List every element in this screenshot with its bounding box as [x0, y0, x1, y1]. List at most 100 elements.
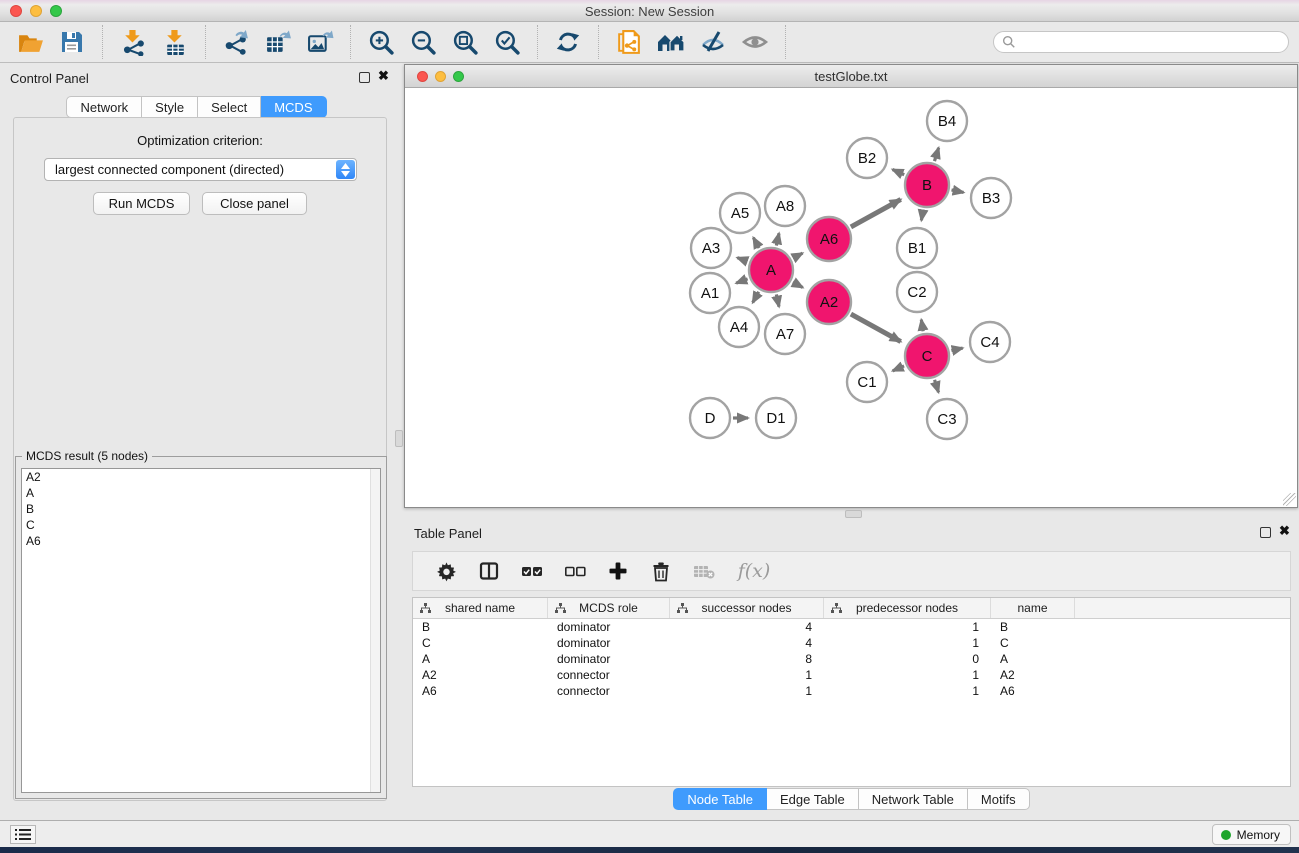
graph-node-C3[interactable]: C3	[927, 399, 967, 439]
import-table-button[interactable]	[154, 26, 196, 58]
refresh-button[interactable]	[547, 26, 589, 58]
open-session-button[interactable]	[9, 26, 51, 58]
zoom-fit-button[interactable]	[444, 26, 486, 58]
mcds-result-list[interactable]: A2ABCA6	[21, 468, 381, 793]
function-builder-button[interactable]: f(x)	[730, 556, 778, 586]
table-row[interactable]: Bdominator41B	[413, 619, 1290, 635]
table-cell[interactable]: A2	[991, 667, 1075, 683]
graph-edge-A-A5[interactable]	[753, 238, 759, 248]
graph-edge-A-A2[interactable]	[793, 282, 803, 287]
graph-node-A3[interactable]: A3	[691, 228, 731, 268]
graph-node-A7[interactable]: A7	[765, 314, 805, 354]
result-list-item[interactable]: B	[22, 501, 380, 517]
search-input[interactable]	[1016, 35, 1280, 49]
show-column-button[interactable]	[472, 556, 506, 586]
graph-edge-C-C4[interactable]	[951, 348, 962, 351]
graph-node-B1[interactable]: B1	[897, 228, 937, 268]
table-cell[interactable]: A6	[991, 683, 1075, 699]
table-cell[interactable]: dominator	[548, 619, 670, 635]
graph-node-D1[interactable]: D1	[756, 398, 796, 438]
graph-edge-B-B1[interactable]	[921, 210, 923, 221]
table-panel-float-button[interactable]	[1260, 527, 1271, 538]
table-row[interactable]: A2connector11A2	[413, 667, 1290, 683]
graph-node-C4[interactable]: C4	[970, 322, 1010, 362]
table-cell[interactable]: 4	[670, 619, 824, 635]
show-details-button[interactable]	[734, 26, 776, 58]
export-table-button[interactable]	[257, 26, 299, 58]
zoom-in-button[interactable]	[360, 26, 402, 58]
destroy-table-button[interactable]	[687, 556, 721, 586]
graph-node-A8[interactable]: A8	[765, 186, 805, 226]
result-list-item[interactable]: C	[22, 517, 380, 533]
control-panel-close-button[interactable]: ✖	[378, 69, 389, 83]
table-cell[interactable]: B	[991, 619, 1075, 635]
table-cell[interactable]: C	[413, 635, 548, 651]
column-header-name[interactable]: name	[991, 598, 1075, 618]
tab-edge-table[interactable]: Edge Table	[767, 788, 859, 810]
tab-motifs[interactable]: Motifs	[968, 788, 1030, 810]
network-window-titlebar[interactable]: testGlobe.txt	[405, 65, 1297, 88]
table-cell[interactable]: dominator	[548, 651, 670, 667]
tab-node-table[interactable]: Node Table	[673, 788, 767, 810]
result-list-item[interactable]: A2	[22, 469, 380, 485]
column-header-predecessor-nodes[interactable]: predecessor nodes	[824, 598, 991, 618]
first-neighbors-button[interactable]	[650, 26, 692, 58]
graph-node-B[interactable]: B	[905, 163, 949, 207]
graph-edge-B-B2[interactable]	[893, 169, 905, 174]
graph-edge-C-C2[interactable]	[921, 320, 923, 332]
table-cell[interactable]: B	[413, 619, 548, 635]
graph-edge-A6-B[interactable]	[851, 199, 901, 226]
tab-network[interactable]: Network	[66, 96, 142, 118]
optimization-criterion-select[interactable]: largest connected component (directed)	[44, 158, 357, 181]
graph-edge-A2-C[interactable]	[851, 314, 901, 341]
table-cell[interactable]: A6	[413, 683, 548, 699]
table-cell[interactable]: 1	[824, 667, 991, 683]
graph-node-C1[interactable]: C1	[847, 362, 887, 402]
new-network-from-selection-button[interactable]	[608, 26, 650, 58]
graph-node-A5[interactable]: A5	[720, 193, 760, 233]
network-canvas[interactable]: B4B2BB3A8A5A6A3B1AA1C2A2A4A7C4CC1C3DD1	[405, 88, 1297, 507]
table-cell[interactable]: A2	[413, 667, 548, 683]
tab-mcds[interactable]: MCDS	[261, 96, 326, 118]
graph-node-B2[interactable]: B2	[847, 138, 887, 178]
table-cell[interactable]: connector	[548, 683, 670, 699]
node-table[interactable]: shared nameMCDS rolesuccessor nodesprede…	[412, 597, 1291, 787]
import-network-button[interactable]	[112, 26, 154, 58]
result-list-scrollbar[interactable]	[370, 469, 380, 792]
table-cell[interactable]: C	[991, 635, 1075, 651]
vertical-splitter-handle[interactable]	[395, 430, 403, 447]
table-cell[interactable]: 1	[824, 619, 991, 635]
graph-edge-B-B4[interactable]	[934, 148, 938, 161]
table-cell[interactable]: A	[991, 651, 1075, 667]
zoom-out-button[interactable]	[402, 26, 444, 58]
result-list-item[interactable]: A6	[22, 533, 380, 549]
export-image-button[interactable]	[299, 26, 341, 58]
graph-node-C2[interactable]: C2	[897, 272, 937, 312]
create-column-button[interactable]	[601, 556, 635, 586]
close-panel-button[interactable]: Close panel	[202, 192, 307, 215]
graph-node-A[interactable]: A	[749, 248, 793, 292]
graph-node-A1[interactable]: A1	[690, 273, 730, 313]
export-network-button[interactable]	[215, 26, 257, 58]
graph-edge-A-A3[interactable]	[737, 258, 747, 262]
graph-edge-A-A1[interactable]	[736, 279, 747, 283]
table-panel-close-button[interactable]: ✖	[1279, 524, 1290, 538]
table-cell[interactable]: 1	[824, 635, 991, 651]
table-cell[interactable]: 4	[670, 635, 824, 651]
graph-edge-C-C1[interactable]	[893, 366, 904, 371]
graph-edge-A-A4[interactable]	[753, 292, 759, 303]
graph-edge-A-A8[interactable]	[776, 233, 779, 245]
table-cell[interactable]: 8	[670, 651, 824, 667]
table-cell[interactable]: 1	[670, 683, 824, 699]
column-header-MCDS-role[interactable]: MCDS role	[548, 598, 670, 618]
table-cell[interactable]: 1	[824, 683, 991, 699]
graph-node-A6[interactable]: A6	[807, 217, 851, 261]
tab-network-table[interactable]: Network Table	[859, 788, 968, 810]
tab-select[interactable]: Select	[198, 96, 261, 118]
graph-node-B3[interactable]: B3	[971, 178, 1011, 218]
graph-edge-B-B3[interactable]	[951, 190, 963, 192]
column-header-successor-nodes[interactable]: successor nodes	[670, 598, 824, 618]
graph-node-D[interactable]: D	[690, 398, 730, 438]
result-list-item[interactable]: A	[22, 485, 380, 501]
graph-node-A2[interactable]: A2	[807, 280, 851, 324]
